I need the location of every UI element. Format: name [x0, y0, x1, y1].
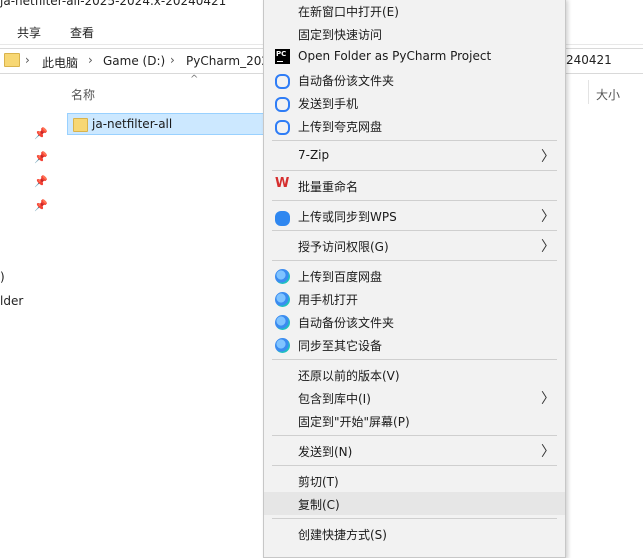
menu-item-open-new-window[interactable]: 在新窗口中打开(E) — [264, 0, 565, 22]
menu-item-label: 固定到快速访问 — [298, 28, 383, 42]
menu-item-label: 上传到夸克网盘 — [298, 120, 383, 134]
menu-item-create-shortcut[interactable]: 创建快捷方式(S) — [264, 522, 565, 545]
menu-item-label: 批量重命名 — [298, 180, 359, 194]
column-header-size[interactable]: 大小 — [596, 86, 620, 103]
menu-item-label: 授予访问权限(G) — [298, 240, 389, 254]
menu-item-pin-quick-access[interactable]: 固定到快速访问 — [264, 22, 565, 45]
menu-item-baidu-auto-backup[interactable]: 自动备份该文件夹 — [264, 310, 565, 333]
file-name: ja-netfilter-all — [92, 117, 173, 131]
column-header-name[interactable]: 名称 — [71, 86, 95, 103]
chevron-right-icon[interactable]: › — [25, 53, 30, 67]
menu-separator — [272, 260, 557, 261]
breadcrumb-drive[interactable]: Game (D:) — [103, 54, 165, 68]
menu-item-sync-devices[interactable]: 同步至其它设备 — [264, 333, 565, 356]
menu-separator — [272, 359, 557, 360]
menu-item-label: 复制(C) — [298, 498, 340, 512]
menu-separator — [272, 170, 557, 171]
pin-icon[interactable]: 📌 — [34, 127, 48, 140]
menu-item-cut[interactable]: 剪切(T) — [264, 469, 565, 492]
chevron-right-icon[interactable]: › — [170, 53, 175, 67]
file-row-selected[interactable]: ja-netfilter-all — [67, 113, 267, 135]
menu-item-7zip[interactable]: 7-Zip 〉 — [264, 144, 565, 167]
menu-item-copy[interactable]: 复制(C) — [264, 492, 565, 515]
menu-separator — [272, 140, 557, 141]
menu-separator — [272, 230, 557, 231]
folder-icon — [73, 118, 88, 132]
chevron-right-icon: 〉 — [541, 444, 555, 460]
menu-item-upload-wps[interactable]: 上传或同步到WPS 〉 — [264, 204, 565, 227]
baidu-netdisk-icon — [275, 292, 290, 307]
menu-item-label: Open Folder as PyCharm Project — [298, 49, 492, 63]
menu-item-open-with-phone[interactable]: 用手机打开 — [264, 287, 565, 310]
menu-item-label: 固定到"开始"屏幕(P) — [298, 415, 410, 429]
cloud-outline-icon — [275, 97, 290, 112]
sort-caret-icon: ^ — [190, 74, 199, 85]
menu-item-label: 在新窗口中打开(E) — [298, 5, 399, 19]
menu-item-send-to[interactable]: 发送到(N) 〉 — [264, 439, 565, 462]
menu-item-restore-versions[interactable]: 还原以前的版本(V) — [264, 363, 565, 386]
menu-item-batch-rename[interactable]: W 批量重命名 — [264, 174, 565, 197]
menu-separator — [272, 200, 557, 201]
ribbon-tab-share[interactable]: 共享 — [17, 24, 41, 41]
menu-item-send-to-phone[interactable]: 发送到手机 — [264, 91, 565, 114]
cloud-outline-icon — [275, 120, 290, 135]
chevron-right-icon[interactable]: › — [88, 53, 93, 67]
menu-item-label: 剪切(T) — [298, 475, 339, 489]
nav-item-fragment[interactable]: ) — [0, 270, 5, 284]
wps-icon: W — [275, 176, 290, 191]
breadcrumb-pycharm[interactable]: PyCharm_202 — [186, 54, 269, 68]
folder-icon — [4, 53, 20, 67]
menu-item-grant-access[interactable]: 授予访问权限(G) 〉 — [264, 234, 565, 257]
menu-item-label: 上传到百度网盘 — [298, 270, 383, 284]
menu-item-upload-quark[interactable]: 上传到夸克网盘 — [264, 114, 565, 137]
menu-item-label: 还原以前的版本(V) — [298, 369, 400, 383]
chevron-right-icon: 〉 — [541, 209, 555, 225]
pin-icon[interactable]: 📌 — [34, 175, 48, 188]
pin-icon[interactable]: 📌 — [34, 199, 48, 212]
chevron-right-icon: 〉 — [541, 239, 555, 255]
menu-item-label: 包含到库中(I) — [298, 392, 371, 406]
baidu-netdisk-icon — [275, 338, 290, 353]
menu-item-auto-backup[interactable]: 自动备份该文件夹 — [264, 68, 565, 91]
menu-separator — [272, 518, 557, 519]
menu-item-pin-start[interactable]: 固定到"开始"屏幕(P) — [264, 409, 565, 432]
baidu-netdisk-icon — [275, 315, 290, 330]
menu-item-label: 发送到(N) — [298, 445, 353, 459]
menu-separator — [272, 465, 557, 466]
window-title: ja-netfilter-all-2025-2024.x-20240421 — [0, 0, 227, 8]
menu-item-label: 7-Zip — [298, 148, 330, 162]
chevron-right-icon: 〉 — [541, 149, 555, 165]
menu-item-label: 用手机打开 — [298, 293, 359, 307]
column-divider[interactable] — [588, 80, 589, 104]
cloud-outline-icon — [275, 74, 290, 89]
menu-item-label: 自动备份该文件夹 — [298, 316, 395, 330]
menu-separator — [272, 435, 557, 436]
ribbon-tab-view[interactable]: 查看 — [70, 24, 94, 41]
breadcrumb-tail[interactable]: 240421 — [566, 53, 612, 67]
pycharm-icon: PC — [275, 49, 290, 64]
menu-item-include-library[interactable]: 包含到库中(I) 〉 — [264, 386, 565, 409]
menu-item-label: 同步至其它设备 — [298, 339, 383, 353]
baidu-netdisk-icon — [275, 269, 290, 284]
context-menu: 在新窗口中打开(E) 固定到快速访问 PC Open Folder as PyC… — [263, 0, 566, 558]
menu-item-upload-baidu[interactable]: 上传到百度网盘 — [264, 264, 565, 287]
chevron-right-icon: 〉 — [541, 391, 555, 407]
wps-cloud-icon — [275, 211, 290, 226]
breadcrumb-this-pc[interactable]: 此电脑 — [42, 54, 78, 71]
nav-item-fragment[interactable]: lder — [0, 294, 23, 308]
menu-item-open-pycharm[interactable]: PC Open Folder as PyCharm Project — [264, 45, 565, 68]
menu-item-label: 发送到手机 — [298, 97, 359, 111]
menu-item-label: 上传或同步到WPS — [298, 210, 397, 224]
pin-icon[interactable]: 📌 — [34, 151, 48, 164]
menu-item-label: 自动备份该文件夹 — [298, 74, 395, 88]
menu-item-label: 创建快捷方式(S) — [298, 528, 387, 542]
